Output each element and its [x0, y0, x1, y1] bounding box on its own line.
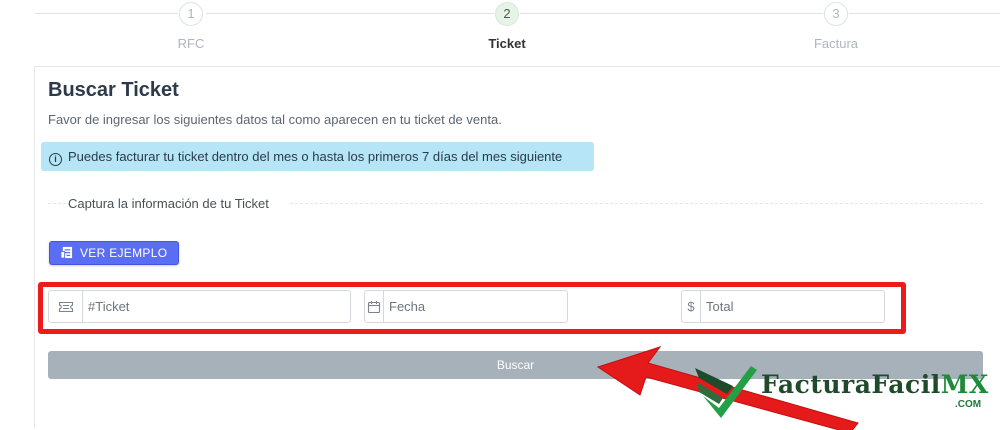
ver-ejemplo-label: VER EJEMPLO	[80, 246, 168, 260]
step-3-label: Factura	[813, 36, 859, 51]
total-field: $	[681, 290, 885, 323]
step-connector	[35, 13, 178, 14]
info-alert-text: Puedes facturar tu ticket dentro del mes…	[68, 149, 563, 164]
step-connector	[849, 13, 1000, 14]
step-3-indicator: 3	[824, 2, 848, 26]
ver-ejemplo-button[interactable]: VER EJEMPLO	[49, 241, 179, 265]
info-alert: i Puedes facturar tu ticket dentro del me…	[41, 142, 594, 171]
step-connector	[520, 13, 823, 14]
info-icon: i	[49, 153, 62, 166]
step-2-indicator: 2	[495, 2, 519, 26]
receipt-icon	[60, 246, 73, 259]
fecha-input[interactable]	[384, 291, 567, 322]
step-2-label: Ticket	[488, 36, 526, 51]
stepper: 1 RFC 2 Ticket 3 Factura	[0, 0, 1000, 58]
fecha-field	[364, 290, 568, 323]
page-title: Buscar Ticket	[48, 79, 179, 101]
ticket-field	[48, 290, 351, 323]
logo-wordmark: FacturaFacilMX	[761, 370, 989, 399]
page-subtitle: Favor de ingresar los siguientes datos t…	[48, 112, 502, 127]
calendar-icon	[365, 291, 384, 322]
ticket-input[interactable]	[83, 291, 350, 322]
section-divider-left	[48, 203, 66, 204]
logo-mark	[695, 366, 757, 418]
logo-domain: .COM	[955, 399, 982, 410]
step-connector	[206, 13, 494, 14]
step-1-label: RFC	[177, 36, 205, 51]
step-1-indicator: 1	[179, 2, 203, 26]
section-divider-label: Captura la información de tu Ticket	[68, 196, 273, 211]
facturafacil-logo: FacturaFacilMX .COM	[693, 360, 993, 422]
section-divider-right	[290, 203, 983, 204]
dollar-icon: $	[682, 291, 701, 322]
total-input[interactable]	[701, 291, 884, 322]
ticket-icon	[49, 291, 83, 322]
